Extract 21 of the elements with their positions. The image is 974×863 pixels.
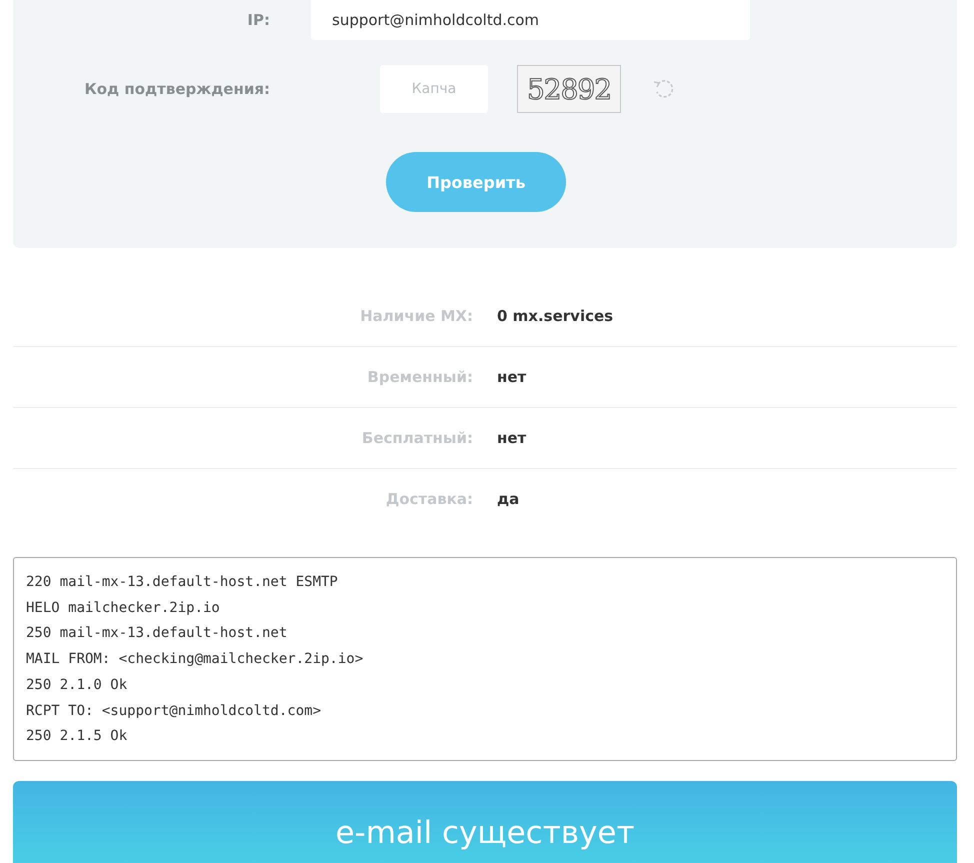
result-label: Бесплатный:	[360, 429, 473, 447]
log-line: 250 mail-mx-13.default-host.net	[26, 624, 288, 644]
result-value: 0 mx.services	[497, 307, 614, 325]
log-line: 220 mail-mx-13.default-host.net ESMTP	[26, 573, 339, 592]
log-line: MAIL FROM: <checking@mailchecker.2ip.io>	[26, 650, 364, 670]
ip-label: IP:	[246, 11, 270, 29]
result-value: нет	[497, 429, 526, 447]
log-line: RCPT TO: <support@nimholdcoltd.com>	[26, 702, 322, 721]
log-line: HELO mailchecker.2ip.io	[26, 598, 221, 618]
result-label: Временный:	[366, 368, 473, 386]
log-line: 250 2.1.0 Ok	[26, 676, 128, 695]
result-label: Доставка:	[384, 490, 473, 508]
log-line: 250 2.1.5 Ok	[26, 727, 128, 746]
captcha-label: Код подтверждения:	[83, 80, 270, 98]
result-label: Наличие MX:	[359, 307, 473, 325]
result-value: нет	[497, 368, 526, 386]
captcha-image: 52892	[517, 65, 621, 113]
verdict-text: e-mail существует	[335, 815, 635, 853]
captcha-field[interactable]: Капча	[380, 65, 488, 113]
ip-field[interactable]: support@nimholdcoltd.com	[311, 0, 750, 40]
result-value: да	[497, 490, 520, 508]
